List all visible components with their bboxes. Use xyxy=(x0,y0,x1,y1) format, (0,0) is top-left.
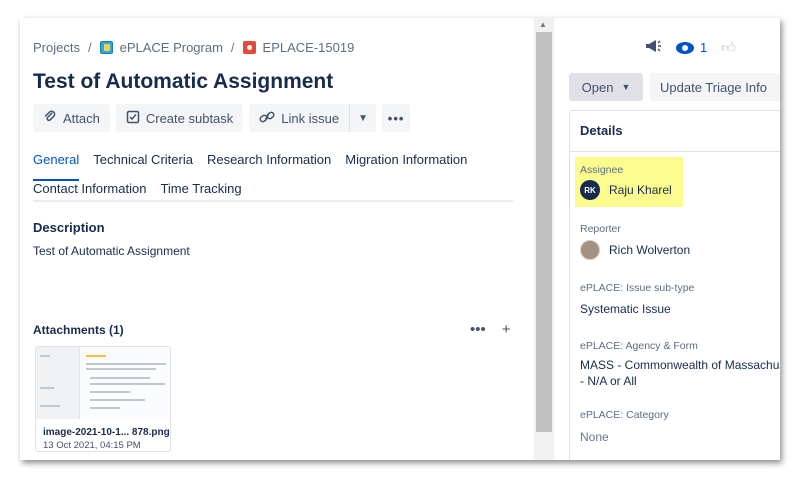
feedback-megaphone-icon[interactable] xyxy=(644,38,662,57)
link-issue-label: Link issue xyxy=(281,110,340,126)
tabs-divider xyxy=(33,200,513,202)
issue-toolbar: Attach Create subtask Link issue ▼ ••• xyxy=(33,104,411,132)
thumbs-up-icon[interactable]: 👍︎ xyxy=(721,39,736,56)
assignee-field[interactable]: RK Raju Kharel xyxy=(580,180,672,200)
details-heading: Details xyxy=(580,123,623,138)
issue-main-panel: Projects / ePLACE Program / EPLACE-15019… xyxy=(20,18,534,460)
reporter-field[interactable]: Rich Wolverton xyxy=(580,240,690,260)
details-divider xyxy=(570,151,780,152)
attach-button[interactable]: Attach xyxy=(33,104,110,132)
status-dropdown[interactable]: Open ▼ xyxy=(569,73,643,101)
watch-count: 1 xyxy=(700,40,708,55)
tab-research-information[interactable]: Research Information xyxy=(207,152,331,181)
eye-icon xyxy=(676,41,694,54)
assignee-name: Raju Kharel xyxy=(609,183,672,197)
description-text[interactable]: Test of Automatic Assignment xyxy=(33,244,190,258)
attachment-card[interactable]: image-2021-10-1... 878.png 13 Oct 2021, … xyxy=(35,346,171,452)
breadcrumb: Projects / ePLACE Program / EPLACE-15019 xyxy=(33,40,354,55)
paperclip-icon xyxy=(43,109,57,127)
project-icon xyxy=(99,41,113,54)
issue-subtype-label: ePLACE: Issue sub-type xyxy=(580,282,695,294)
category-value[interactable]: None xyxy=(580,430,609,444)
avatar: RK xyxy=(580,180,600,200)
link-issue-button-group: Link issue ▼ xyxy=(249,104,377,132)
issue-view-window: Projects / ePLACE Program / EPLACE-15019… xyxy=(20,18,780,460)
description-heading: Description xyxy=(33,220,105,235)
agency-form-value-line1[interactable]: MASS - Commonwealth of Massachus xyxy=(580,358,780,372)
breadcrumb-projects[interactable]: Projects xyxy=(33,40,80,55)
attach-label: Attach xyxy=(63,110,100,126)
issue-type-icon[interactable] xyxy=(242,41,256,54)
issue-subtype-value[interactable]: Systematic Issue xyxy=(580,302,671,316)
create-subtask-label: Create subtask xyxy=(145,110,234,126)
attachment-filename: image-2021-10-1... 878.png xyxy=(43,427,170,438)
attachments-more-button[interactable]: ••• xyxy=(470,321,486,338)
more-actions-button[interactable]: ••• xyxy=(382,104,411,132)
tab-row-1: General Technical Criteria Research Info… xyxy=(33,152,513,181)
tab-technical-criteria[interactable]: Technical Criteria xyxy=(93,152,193,181)
issue-side-panel: 1 👍︎ Open ▼ Update Triage Info Details xyxy=(554,18,780,460)
issue-title[interactable]: Test of Automatic Assignment xyxy=(33,70,333,94)
watch-button[interactable]: 1 xyxy=(676,40,707,55)
link-issue-dropdown[interactable]: ▼ xyxy=(350,104,376,132)
scrollbar-thumb[interactable] xyxy=(536,32,552,432)
tab-contact-information[interactable]: Contact Information xyxy=(33,181,146,210)
add-attachment-button[interactable]: + xyxy=(502,321,511,338)
breadcrumb-project[interactable]: ePLACE Program xyxy=(120,40,223,55)
breadcrumb-separator: / xyxy=(87,40,92,55)
link-icon xyxy=(259,110,275,127)
category-label: ePLACE: Category xyxy=(580,409,669,421)
reporter-label: Reporter xyxy=(580,223,621,235)
subtask-icon xyxy=(126,110,140,127)
status-label: Open xyxy=(581,79,614,95)
avatar xyxy=(580,240,600,260)
issue-header-actions: 1 👍︎ xyxy=(644,38,736,57)
link-issue-button[interactable]: Link issue xyxy=(249,104,351,132)
main-scrollbar[interactable]: ▲ xyxy=(534,18,554,460)
attachment-thumbnail xyxy=(36,347,170,419)
attachments-heading: Attachments (1) xyxy=(33,323,124,337)
agency-form-label: ePLACE: Agency & Form xyxy=(580,340,698,352)
chevron-down-icon: ▼ xyxy=(621,82,631,92)
breadcrumb-separator: / xyxy=(230,40,235,55)
assignee-label: Assignee xyxy=(580,164,624,176)
attachment-date: 13 Oct 2021, 04:15 PM xyxy=(43,440,141,451)
tab-row-2: Contact Information Time Tracking xyxy=(33,181,513,210)
update-triage-button[interactable]: Update Triage Info xyxy=(650,73,780,101)
attachments-actions: ••• + xyxy=(470,321,511,338)
breadcrumb-issue-key[interactable]: EPLACE-15019 xyxy=(263,40,355,55)
agency-form-value-line2[interactable]: - N/A or All xyxy=(580,374,637,388)
tab-time-tracking[interactable]: Time Tracking xyxy=(160,181,241,210)
reporter-name: Rich Wolverton xyxy=(609,243,691,257)
scroll-up-icon[interactable]: ▲ xyxy=(539,20,547,29)
tab-migration-information[interactable]: Migration Information xyxy=(345,152,467,181)
chevron-down-icon: ▼ xyxy=(358,112,369,124)
tab-general[interactable]: General xyxy=(33,152,80,181)
create-subtask-button[interactable]: Create subtask xyxy=(115,104,244,132)
